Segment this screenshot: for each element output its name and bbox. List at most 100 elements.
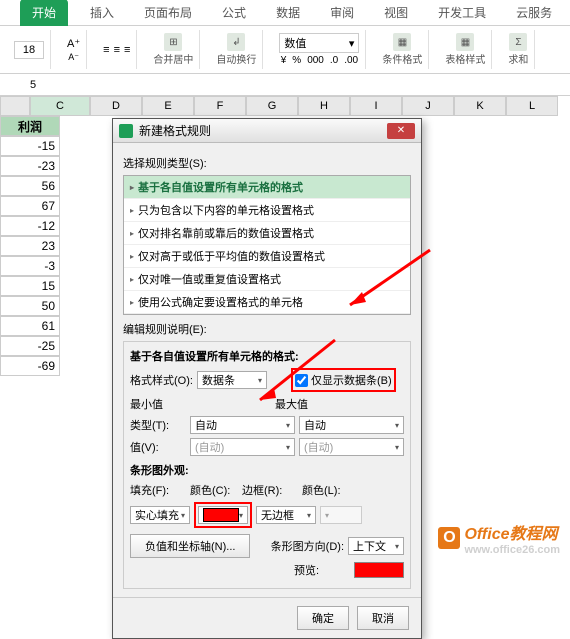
border-label: 边框(R): [242,482,298,498]
dialog-title: 新建格式规则 [139,122,211,139]
col-header-d[interactable]: D [90,96,142,116]
sum-icon: Σ [509,33,527,51]
currency-icon[interactable]: ¥ [281,55,287,66]
bar-dir-label: 条形图方向(D): [271,538,344,554]
decrease-font-icon[interactable]: A⁻ [68,52,79,63]
decimal-dec-icon[interactable]: .00 [344,55,358,66]
border-color-select [320,506,362,524]
table-style-label: 表格样式 [445,51,485,66]
preview-swatch [354,562,404,578]
close-button[interactable]: ✕ [387,123,415,139]
rule-item[interactable]: 基于各自值设置所有单元格的格式 [124,176,410,199]
ok-button[interactable]: 确定 [297,606,349,630]
data-cell[interactable]: 67 [0,196,60,216]
wrap-label: 自动换行 [216,51,256,66]
wrap-icon: ↲ [227,33,245,51]
fill-label: 填充(F): [130,482,186,498]
table-style-icon: ▦ [456,33,474,51]
max-label: 最大值 [275,396,404,412]
show-bar-only-label: 仅显示数据条(B) [311,372,392,388]
tab-formula[interactable]: 公式 [214,0,254,25]
number-format-select[interactable]: 数值▾ [279,33,359,53]
formula-value[interactable]: 5 [0,79,66,91]
type-min-select[interactable]: 自动 [190,416,295,434]
merge-center-button[interactable]: ⊞ 合并居中 [153,33,193,66]
data-cell[interactable]: 50 [0,296,60,316]
tab-insert[interactable]: 插入 [82,0,122,25]
watermark: O Office教程网 www.office26.com [438,520,560,556]
align-center-icon[interactable]: ≡ [114,44,120,56]
data-cell[interactable]: 23 [0,236,60,256]
rule-item[interactable]: 只为包含以下内容的单元格设置格式 [124,199,410,222]
office-icon: O [438,527,460,549]
new-format-rule-dialog: 新建格式规则 ✕ 选择规则类型(S): 基于各自值设置所有单元格的格式 只为包含… [112,118,422,639]
sum-label: 求和 [508,51,528,66]
data-cell[interactable]: -25 [0,336,60,356]
rule-item[interactable]: 仅对排名靠前或靠后的数值设置格式 [124,222,410,245]
data-cell[interactable]: 61 [0,316,60,336]
rule-item[interactable]: 使用公式确定要设置格式的单元格 [124,291,410,314]
border-select[interactable]: 无边框 [256,506,316,524]
watermark-text: Office教程网 [464,520,560,544]
bar-dir-select[interactable]: 上下文 [348,537,404,555]
tab-dev[interactable]: 开发工具 [430,0,494,25]
data-cell[interactable]: 15 [0,276,60,296]
decimal-inc-icon[interactable]: .0 [330,55,338,66]
tab-cloud[interactable]: 云服务 [508,0,560,25]
dialog-icon [119,124,133,138]
tab-review[interactable]: 审阅 [322,0,362,25]
align-left-icon[interactable]: ≡ [103,44,109,56]
percent-icon[interactable]: % [292,55,301,66]
tab-view[interactable]: 视图 [376,0,416,25]
font-size-input[interactable]: 18 [14,41,44,59]
ribbon-toolbar: 18 A⁺ A⁻ ≡ ≡ ≡ ⊞ 合并居中 ↲ 自动换行 数值▾ ¥ % 000… [0,26,570,74]
format-style-select[interactable]: 数据条 [197,371,267,389]
col-header-k[interactable]: K [454,96,506,116]
tab-data[interactable]: 数据 [268,0,308,25]
data-cell[interactable]: 56 [0,176,60,196]
align-right-icon[interactable]: ≡ [124,44,130,56]
tab-layout[interactable]: 页面布局 [136,0,200,25]
merge-icon: ⊞ [164,33,182,51]
fill-color-select[interactable] [198,506,248,524]
col-header-j[interactable]: J [402,96,454,116]
col-header-g[interactable]: G [246,96,298,116]
data-cell[interactable]: -12 [0,216,60,236]
table-style-button[interactable]: ▦ 表格样式 [445,33,485,66]
col-header-l[interactable]: L [506,96,558,116]
show-bar-only-checkbox[interactable] [295,374,308,387]
min-label: 最小值 [130,396,259,412]
value-max-input[interactable]: (自动) [299,438,404,456]
header-cell[interactable]: 利润 [0,116,60,136]
sum-button[interactable]: Σ 求和 [508,33,528,66]
rule-item[interactable]: 仅对高于或低于平均值的数值设置格式 [124,245,410,268]
tab-start[interactable]: 开始 [20,0,68,26]
cond-format-icon: ▦ [393,33,411,51]
col-header-i[interactable]: I [350,96,402,116]
data-cell[interactable]: -15 [0,136,60,156]
rule-type-list[interactable]: 基于各自值设置所有单元格的格式 只为包含以下内容的单元格设置格式 仅对排名靠前或… [123,175,411,315]
formula-bar: 5 [0,74,570,96]
data-cell[interactable]: -3 [0,256,60,276]
wrap-text-button[interactable]: ↲ 自动换行 [216,33,256,66]
comma-icon[interactable]: 000 [307,55,324,66]
col-header-e[interactable]: E [142,96,194,116]
color-label: 颜色(C): [190,482,238,498]
rule-item[interactable]: 仅对唯一值或重复值设置格式 [124,268,410,291]
appearance-label: 条形图外观: [130,462,404,478]
cancel-button[interactable]: 取消 [357,606,409,630]
type-max-select[interactable]: 自动 [299,416,404,434]
watermark-url: www.office26.com [464,544,560,556]
value-min-input[interactable]: (自动) [190,438,295,456]
fill-select[interactable]: 实心填充 [130,506,190,524]
neg-axis-button[interactable]: 负值和坐标轴(N)... [130,534,250,558]
col-header-f[interactable]: F [194,96,246,116]
dialog-titlebar[interactable]: 新建格式规则 ✕ [113,119,421,143]
increase-font-icon[interactable]: A⁺ [67,37,80,50]
col-header-c[interactable]: C [30,96,90,116]
cond-format-button[interactable]: ▦ 条件格式 [382,33,422,66]
col-header-h[interactable]: H [298,96,350,116]
data-cell[interactable]: -23 [0,156,60,176]
value-label: 值(V): [130,439,186,455]
data-cell[interactable]: -69 [0,356,60,376]
